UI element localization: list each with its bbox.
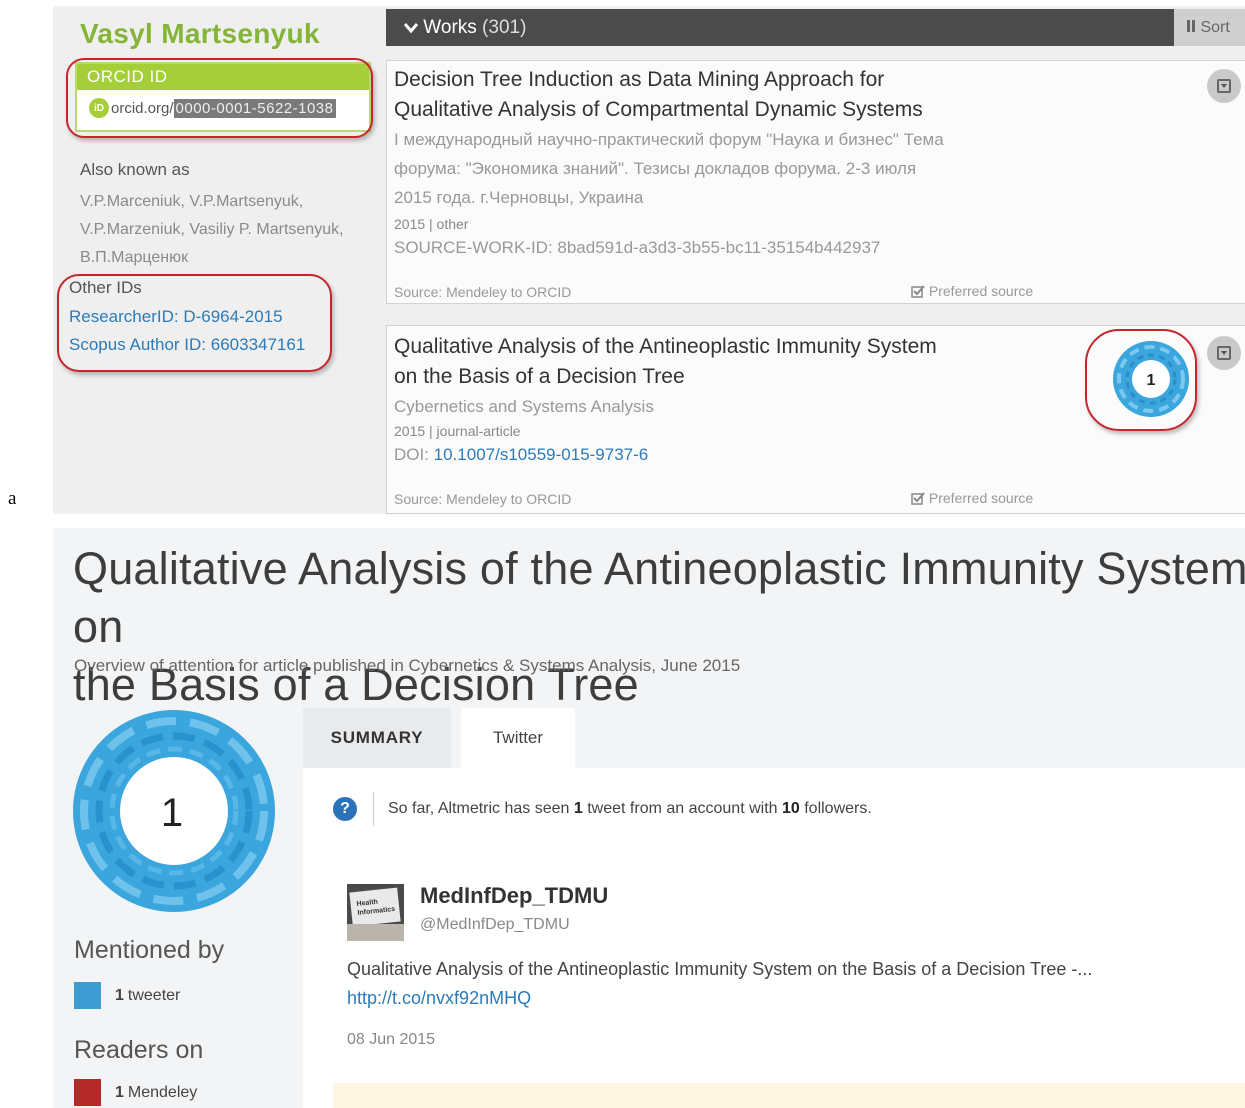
expand-icon xyxy=(1217,346,1231,360)
preferred-source: Preferred source xyxy=(911,283,1033,299)
checkbox-icon xyxy=(911,283,929,299)
work-source: Source: Mendeley to ORCID xyxy=(394,284,572,300)
tweet-text: Qualitative Analysis of the Antineoplast… xyxy=(347,959,1093,979)
figure-panel-label: a xyxy=(8,488,17,509)
question-icon[interactable]: ? xyxy=(333,797,357,821)
tab-summary[interactable]: SUMMARY xyxy=(303,708,451,768)
avatar-hand xyxy=(347,924,404,941)
work-title-line: Qualitative Analysis of the Antineoplast… xyxy=(394,335,937,358)
work-journal-line: 2015 года. г.Черновцы, Украина xyxy=(394,188,644,207)
work-title[interactable]: Decision Tree Induction as Data Mining A… xyxy=(394,65,923,125)
expand-button[interactable] xyxy=(1207,336,1241,370)
summary-prefix: So far, Altmetric has seen xyxy=(388,800,574,817)
altmetric-score: 1 xyxy=(161,791,183,835)
orcid-highlight-ring xyxy=(66,58,373,138)
work-title-line: Decision Tree Induction as Data Mining A… xyxy=(394,68,885,91)
sort-label: Sort xyxy=(1200,19,1230,36)
next-tweet-strip xyxy=(333,1083,1245,1108)
altmetric-details-panel: Qualitative Analysis of the Antineoplast… xyxy=(53,528,1245,1108)
profile-name: Vasyl Martsenyuk xyxy=(80,18,320,49)
article-title-line: Qualitative Analysis of the Antineoplast… xyxy=(73,543,1245,652)
tweeter-count: 1 xyxy=(115,986,124,1004)
tweeter-label: tweeter xyxy=(127,986,181,1004)
tweeter-legend[interactable]: 1 tweeter xyxy=(74,982,180,1009)
work-journal: I международный научно-практический фору… xyxy=(394,125,944,212)
readers-on-label: Readers on xyxy=(74,1036,204,1064)
tab-twitter[interactable]: Twitter xyxy=(461,708,575,768)
also-known-as-label: Also known as xyxy=(80,160,190,179)
work-doi: DOI: 10.1007/s10559-015-9737-6 xyxy=(394,445,648,465)
work-title-line: Qualitative Analysis of Compartmental Dy… xyxy=(394,98,923,121)
also-known-as-names: V.P.Marceniuk, V.P.Martsenyuk, V.P.Marze… xyxy=(80,188,380,272)
alias-line: V.P.Marceniuk, V.P.Martsenyuk, xyxy=(80,193,304,210)
work-year-type: 2015 | journal-article xyxy=(394,423,521,439)
summary-text: So far, Altmetric has seen 1 tweet from … xyxy=(388,800,872,818)
orcid-profile-panel: Vasyl Martsenyuk ORCID ID iD orcid.org/ … xyxy=(53,6,1245,514)
alias-line: В.П.Марценюк xyxy=(80,249,189,266)
work-journal: Cybernetics and Systems Analysis xyxy=(394,397,654,416)
tweet-handle[interactable]: @MedInfDep_TDMU xyxy=(420,916,570,934)
preferred-source-label: Preferred source xyxy=(928,283,1034,299)
avatar-note: Health Informatics xyxy=(349,887,401,927)
work-source: Source: Mendeley to ORCID xyxy=(394,491,572,507)
mendeley-label: Mendeley xyxy=(127,1083,198,1101)
work-title[interactable]: Qualitative Analysis of the Antineoplast… xyxy=(394,332,937,392)
preferred-source-label: Preferred source xyxy=(928,490,1034,506)
expand-icon xyxy=(1217,79,1231,93)
article-subtitle: Overview of attention for article publis… xyxy=(74,656,741,675)
article-title: Qualitative Analysis of the Antineoplast… xyxy=(73,540,1245,714)
works-label: Works xyxy=(423,17,477,38)
summary-content: ? So far, Altmetric has seen 1 tweet fro… xyxy=(303,768,1245,1108)
work-title-line: on the Basis of a Decision Tree xyxy=(394,365,685,388)
altmetric-donut: 1 xyxy=(73,710,275,912)
mendeley-color-swatch xyxy=(74,1079,101,1106)
avatar[interactable]: Health Informatics xyxy=(347,884,404,941)
preferred-source: Preferred source xyxy=(911,490,1033,506)
doi-label: DOI: xyxy=(394,445,434,464)
alias-line: V.P.Marzeniuk, Vasiliy P. Martsenyuk, xyxy=(80,221,344,238)
other-ids-highlight-ring xyxy=(57,274,332,372)
twitter-color-swatch xyxy=(74,982,101,1009)
work-journal-line: форума: "Экономика знаний". Тезисы докла… xyxy=(394,159,917,178)
work-source-id: SOURCE-WORK-ID: 8bad591d-a3d3-3b55-bc11-… xyxy=(394,238,881,257)
chevron-down-icon xyxy=(403,17,423,38)
mendeley-legend[interactable]: 1 Mendeley xyxy=(74,1079,197,1106)
altmetric-badge-highlight-ring xyxy=(1085,329,1197,431)
works-section-toggle[interactable]: Works (301) xyxy=(386,9,1174,46)
works-count: (301) xyxy=(482,17,527,38)
doi-link[interactable]: 10.1007/s10559-015-9737-6 xyxy=(434,445,649,464)
work-journal-line: I международный научно-практический фору… xyxy=(394,130,944,149)
summary-follower-count: 10 xyxy=(781,800,800,817)
mendeley-count: 1 xyxy=(115,1083,124,1101)
checkbox-icon xyxy=(911,490,929,506)
work-item: Decision Tree Induction as Data Mining A… xyxy=(386,60,1245,304)
expand-button[interactable] xyxy=(1207,69,1241,103)
summary-suffix: followers. xyxy=(799,800,872,817)
tweet-author[interactable]: MedInfDep_TDMU xyxy=(420,883,608,909)
tweet-link[interactable]: http://t.co/nvxf92nMHQ xyxy=(347,988,531,1009)
summary-divider xyxy=(373,792,374,826)
work-year-type: 2015 | other xyxy=(394,216,469,232)
summary-mid: tweet from an account with xyxy=(582,800,782,817)
mentioned-by-label: Mentioned by xyxy=(74,936,225,964)
sort-icon xyxy=(1186,19,1200,36)
summary-tweet-count: 1 xyxy=(573,800,583,817)
tweet-date: 08 Jun 2015 xyxy=(347,1031,436,1048)
sort-button[interactable]: Sort xyxy=(1174,9,1245,46)
